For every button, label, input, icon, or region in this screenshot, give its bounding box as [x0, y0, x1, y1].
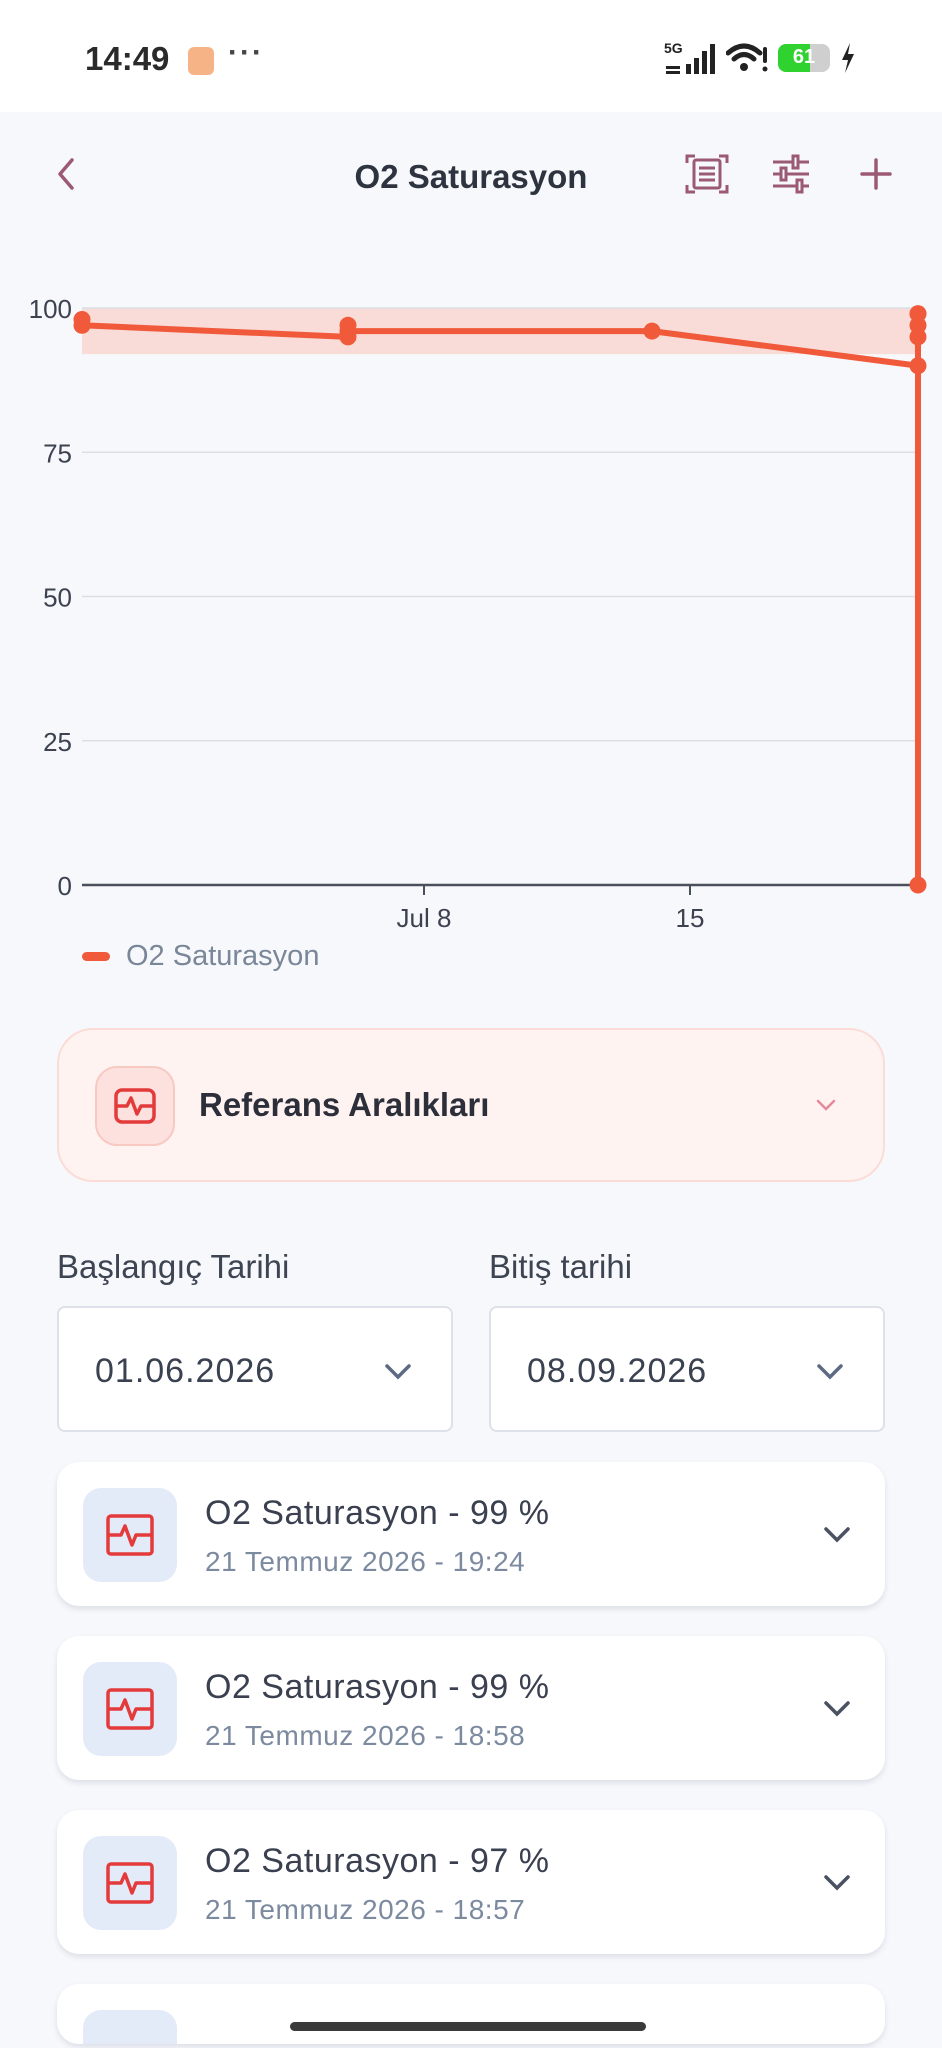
charging-bolt-icon — [842, 43, 854, 73]
record-date: 21 Temmuz 2026 - 18:57 — [205, 1894, 526, 1925]
network-type: 5G — [664, 40, 683, 56]
home-indicator[interactable] — [290, 2022, 646, 2031]
y-tick-label: 25 — [43, 727, 72, 757]
chevron-down-icon[interactable] — [819, 1516, 855, 1552]
plus-icon[interactable] — [852, 150, 900, 198]
record-item[interactable]: O2 Saturasyon - 99 % 21 Temmuz 2026 - 18… — [57, 1636, 885, 1780]
record-item-partial[interactable] — [57, 1984, 885, 2044]
record-title: O2 Saturasyon - 99 % — [205, 1668, 550, 1706]
ref-icon-container — [95, 1066, 175, 1146]
chevron-down-icon[interactable] — [819, 1864, 855, 1900]
reference-ranges-title: Referans Aralıkları — [199, 1086, 490, 1123]
legend-label: O2 Saturasyon — [126, 940, 320, 972]
x-tick-label: Jul 8 — [397, 903, 452, 930]
data-point — [909, 328, 927, 346]
chevron-down-icon — [816, 1099, 836, 1111]
start-date-picker[interactable]: 01.06.2026 — [57, 1306, 453, 1432]
record-title: O2 Saturasyon - 99 % — [205, 1494, 550, 1532]
chevron-down-icon — [817, 1364, 843, 1380]
y-tick-label: 0 — [58, 871, 72, 901]
record-item[interactable]: O2 Saturasyon - 99 % 21 Temmuz 2026 - 19… — [57, 1462, 885, 1606]
wifi-icon — [726, 43, 768, 72]
reference-ranges-card[interactable]: Referans Aralıkları — [57, 1028, 885, 1182]
app-header: O2 Saturasyon — [0, 112, 942, 247]
y-tick-label: 50 — [43, 583, 72, 613]
battery-icon: 61 — [778, 44, 830, 72]
chevron-down-icon[interactable] — [819, 1690, 855, 1726]
status-icons: 5G 61 — [664, 40, 856, 76]
chart-legend: O2 Saturasyon — [82, 940, 319, 973]
chevron-down-icon — [385, 1364, 411, 1380]
record-item[interactable]: O2 Saturasyon - 97 % 21 Temmuz 2026 - 18… — [57, 1810, 885, 1954]
filter-sliders-icon[interactable] — [767, 150, 815, 198]
record-date: 21 Temmuz 2026 - 18:58 — [205, 1720, 526, 1751]
legend-swatch — [82, 952, 110, 961]
end-date-value: 08.09.2026 — [527, 1352, 708, 1390]
record-icon-container — [83, 1662, 177, 1756]
y-tick-label: 75 — [43, 438, 72, 468]
chart-canvas: 0 25 50 75 100 Jul 8 15 — [29, 294, 927, 930]
signal-icon: 5G — [664, 40, 716, 76]
more-notifications-indicator: ··· — [228, 36, 264, 69]
report-scan-icon[interactable] — [683, 150, 731, 198]
battery-level: 61 — [792, 46, 816, 68]
record-icon-container — [83, 1836, 177, 1930]
o2-chart: 0 25 50 75 100 Jul 8 15 O2 Saturasyon — [0, 270, 942, 990]
end-date-picker[interactable]: 08.09.2026 — [489, 1306, 885, 1432]
status-time: 14:49 — [85, 40, 170, 77]
start-date-value: 01.06.2026 — [95, 1352, 276, 1390]
record-icon-container — [83, 1488, 177, 1582]
data-point — [73, 316, 91, 334]
data-point — [339, 322, 357, 340]
record-title: O2 Saturasyon - 97 % — [205, 1842, 550, 1880]
x-tick-label: 15 — [676, 903, 705, 930]
heart-rate-monitor-icon — [106, 1862, 154, 1904]
series-line — [79, 310, 921, 888]
data-point — [909, 357, 927, 375]
status-bar: 14:49 ··· 5G 61 — [0, 0, 942, 112]
data-point — [643, 322, 661, 340]
y-tick-label: 100 — [29, 294, 72, 324]
heart-rate-monitor-icon — [106, 1514, 154, 1556]
record-date: 21 Temmuz 2026 - 19:24 — [205, 1546, 526, 1577]
heart-rate-monitor-icon — [106, 1688, 154, 1730]
record-icon-container — [83, 2010, 177, 2044]
data-point — [909, 305, 927, 323]
end-date-label: Bitiş tarihi — [489, 1248, 633, 1285]
app-notification-icon — [188, 47, 214, 75]
data-point — [909, 876, 927, 894]
heart-rate-monitor-icon — [114, 1088, 156, 1124]
start-date-label: Başlangıç Tarihi — [57, 1248, 290, 1285]
